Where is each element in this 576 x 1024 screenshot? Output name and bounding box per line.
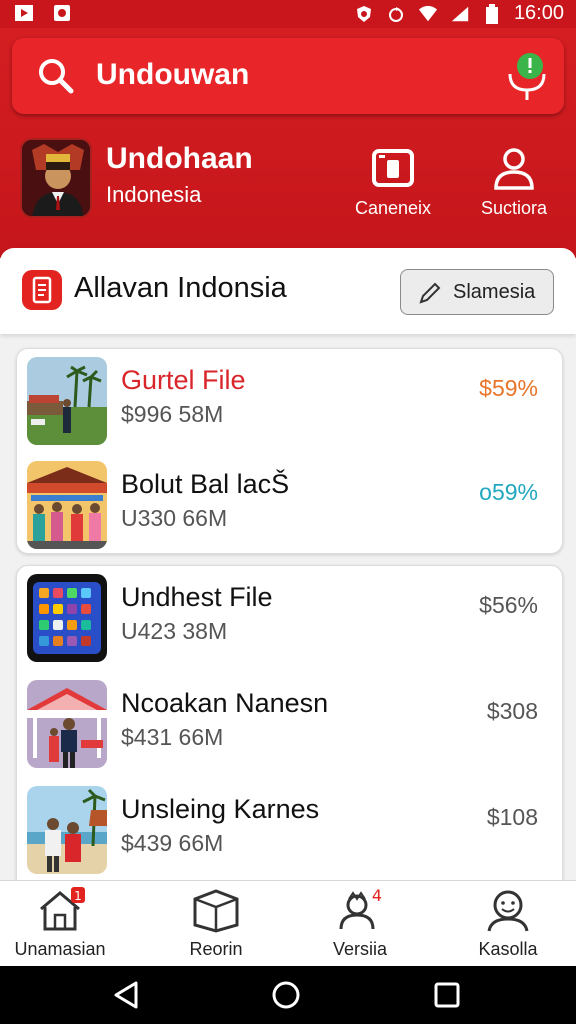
list-item[interactable]: Undhest File U423 38M $56% [17, 566, 562, 666]
app-header: Undouwan Undohaan Indonesia Caneneix Suc… [0, 28, 576, 258]
nav-item-label: Reorin [189, 939, 243, 959]
home-icon: 1 [35, 887, 85, 933]
header-action-user[interactable]: Suctiora [464, 146, 564, 219]
item-subtitle: U330 66M [121, 505, 228, 531]
item-subtitle: U423 38M [121, 618, 228, 644]
profile-title: Undohaan [106, 142, 253, 175]
file-list-card: Undhest File U423 38M $56% Ncoakan Nanes… [16, 565, 563, 895]
status-time: 16:00 [513, 2, 564, 24]
thumbnail-image [27, 680, 107, 768]
bottom-nav: 1 Unamasian Reorin 4 Versiia Kasolla [0, 880, 576, 966]
edit-button[interactable]: Slamesia [400, 269, 554, 315]
item-value: o59% [479, 479, 538, 505]
nav-item-label: Kasolla [478, 939, 538, 959]
item-title: Unsleing Karnes [121, 794, 320, 824]
nav-item-home[interactable]: 1 Unamasian [0, 887, 120, 960]
emblem-avatar [20, 138, 92, 218]
search-input[interactable]: Undouwan [96, 58, 249, 92]
profile-subtitle: Indonesia [106, 182, 202, 207]
user-icon [492, 146, 536, 190]
back-icon[interactable] [112, 980, 142, 1010]
edit-button-label: Slamesia [453, 281, 536, 303]
item-title: Undhest File [121, 582, 273, 612]
list-item[interactable]: Ncoakan Nanesn $431 66M $308 [17, 672, 562, 772]
voice-search-icon[interactable] [504, 52, 550, 102]
section-header: Allavan Indonsia Slamesia [0, 248, 576, 334]
people-icon: 4 [335, 886, 385, 933]
system-nav-bar [0, 966, 576, 1024]
signal-icon [450, 4, 470, 24]
home-circle-icon[interactable] [271, 980, 301, 1010]
item-value: $308 [486, 698, 538, 724]
nav-item-profile[interactable]: Kasolla [448, 887, 568, 960]
nav-item-label: Versiia [332, 939, 388, 959]
file-list-card: Gurtel File $996 58M $59% Bolut Bal lacŠ… [16, 348, 563, 554]
nav-item-people[interactable]: 4 Versiia [300, 886, 420, 960]
list-item[interactable]: Unsleing Karnes $439 66M $108 [17, 778, 562, 878]
nav-item-label: Unamasian [14, 939, 106, 959]
play-store-icon [14, 3, 34, 23]
nav-item-box[interactable]: Reorin [156, 887, 276, 960]
smiley-icon [483, 887, 533, 933]
sync-icon [386, 4, 406, 24]
search-bar[interactable]: Undouwan [12, 38, 564, 114]
header-action-label: Caneneix [354, 198, 432, 218]
list-item[interactable]: Bolut Bal lacŠ U330 66M o59% [17, 453, 564, 553]
camera-icon [371, 146, 415, 190]
thumbnail-image [27, 574, 107, 662]
home-badge: 1 [74, 889, 82, 903]
wifi-icon [418, 4, 438, 24]
item-value: $56% [479, 592, 538, 618]
section-title: Allavan Indonsia [74, 272, 287, 304]
pencil-icon [417, 280, 443, 306]
shield-icon [354, 4, 374, 24]
header-action-camera[interactable]: Caneneix [343, 146, 443, 219]
item-value: $108 [486, 804, 538, 830]
battery-icon [482, 3, 502, 24]
item-title: Gurtel File [121, 365, 246, 395]
item-value: $59% [479, 375, 538, 401]
item-subtitle: $431 66M [121, 724, 224, 750]
search-icon [36, 56, 76, 96]
item-title: Bolut Bal lacŠ [121, 469, 290, 499]
notification-app-icon [52, 3, 72, 23]
list-item[interactable]: Gurtel File $996 58M $59% [17, 349, 564, 449]
thumbnail-image [27, 461, 107, 549]
thumbnail-image [27, 357, 107, 445]
recents-icon[interactable] [432, 980, 462, 1010]
people-badge: 4 [372, 887, 382, 905]
thumbnail-image [27, 786, 107, 874]
item-title: Ncoakan Nanesn [121, 688, 329, 718]
status-bar: 16:00 [0, 0, 576, 28]
box-icon [191, 887, 241, 933]
item-subtitle: $996 58M [121, 401, 224, 427]
item-subtitle: $439 66M [121, 830, 224, 856]
header-action-label: Suctiora [480, 198, 548, 218]
document-icon [22, 270, 62, 310]
